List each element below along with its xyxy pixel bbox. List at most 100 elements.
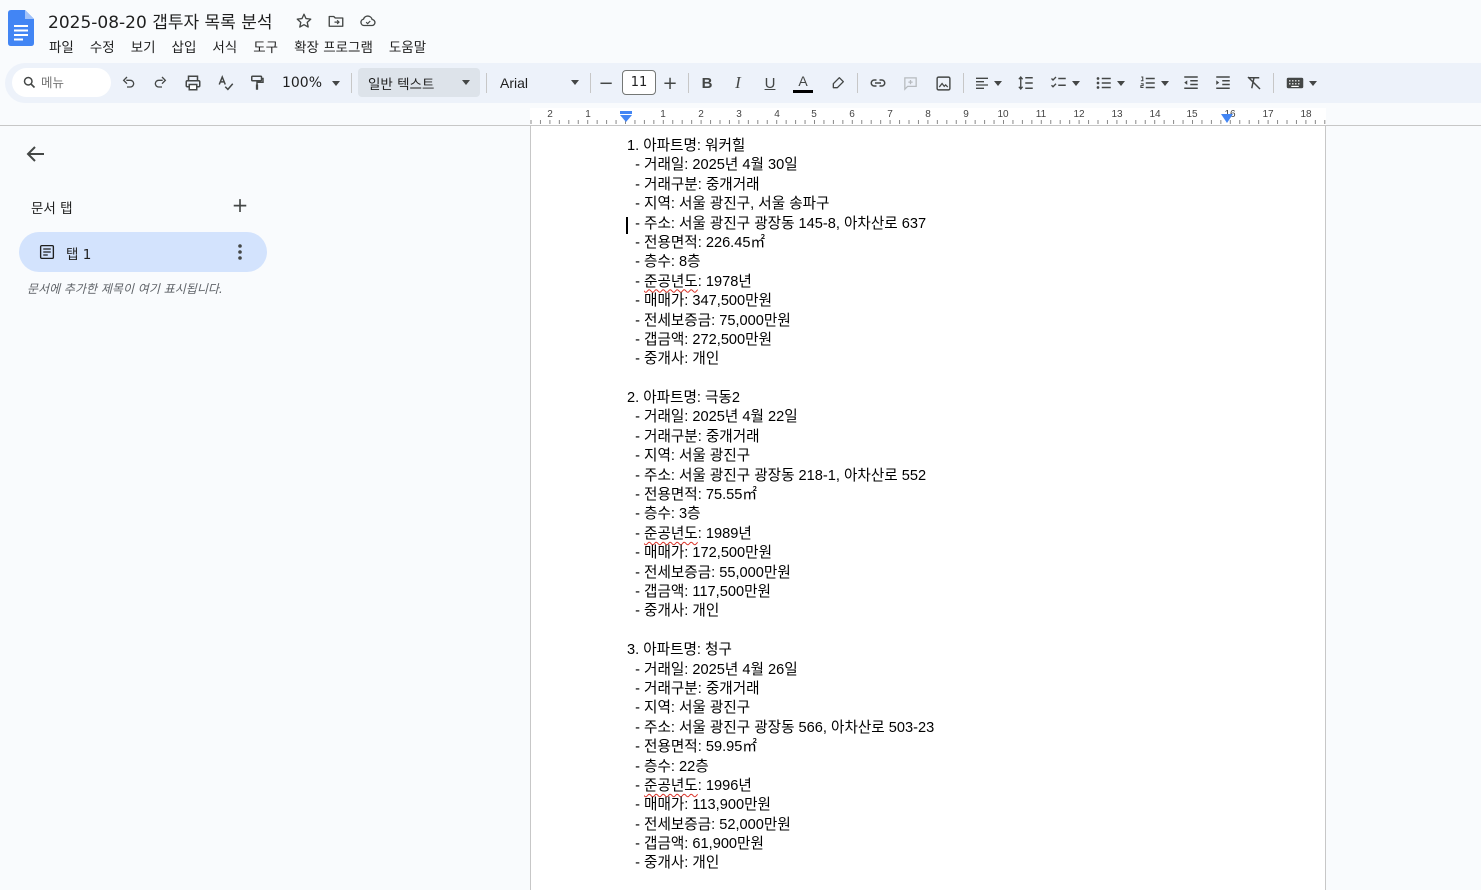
entry-built-year[interactable]: - 준공년도: 1978년 bbox=[627, 273, 934, 292]
entry-price[interactable]: - 매매가: 347,500만원 bbox=[627, 292, 934, 311]
star-icon[interactable] bbox=[294, 11, 314, 31]
menu-extensions[interactable]: 확장 프로그램 bbox=[286, 35, 381, 57]
entry-built-year[interactable]: - 준공년도: 1989년 bbox=[627, 525, 934, 544]
entry-price[interactable]: - 매매가: 172,500만원 bbox=[627, 544, 934, 563]
entry-gap[interactable]: - 갭금액: 61,900만원 bbox=[627, 835, 934, 854]
ruler-number: 13 bbox=[1111, 109, 1123, 120]
menu-search[interactable] bbox=[12, 68, 111, 97]
clear-formatting-icon[interactable] bbox=[1242, 63, 1266, 103]
insert-link-icon[interactable] bbox=[866, 63, 890, 103]
increase-indent-icon[interactable] bbox=[1211, 63, 1235, 103]
left-indent-marker-icon[interactable] bbox=[619, 111, 633, 123]
decrease-font-size-button[interactable]: − bbox=[597, 63, 615, 103]
google-docs-logo-icon[interactable] bbox=[8, 10, 34, 46]
undo-icon[interactable] bbox=[118, 63, 140, 103]
menu-help[interactable]: 도움말 bbox=[381, 35, 434, 57]
entry-deal-type[interactable]: - 거래구분: 중개거래 bbox=[627, 428, 934, 447]
line-spacing-icon[interactable] bbox=[1014, 63, 1038, 103]
entry-gap[interactable]: - 갭금액: 272,500만원 bbox=[627, 331, 934, 350]
horizontal-ruler[interactable]: 2 1 1 2 3 4 5 6 7 8 9 10 11 12 13 14 15 … bbox=[530, 108, 1326, 126]
entry-area[interactable]: - 전용면적: 59.95㎡ bbox=[627, 738, 934, 757]
document-body[interactable]: 1. 아파트명: 워커힐 - 거래일: 2025년 4월 30일 - 거래구분:… bbox=[626, 137, 934, 874]
entry-deal-type[interactable]: - 거래구분: 중개거래 bbox=[627, 176, 934, 195]
entry-agent[interactable]: - 중개사: 개인 bbox=[627, 854, 934, 873]
entry-heading[interactable]: 1. 아파트명: 워커힐 bbox=[627, 137, 934, 156]
entry-deposit[interactable]: - 전세보증금: 55,000만원 bbox=[627, 564, 934, 583]
highlight-pen-icon[interactable] bbox=[827, 63, 849, 103]
entry-heading[interactable]: 2. 아파트명: 극동2 bbox=[627, 389, 934, 408]
entry-deposit[interactable]: - 전세보증금: 52,000만원 bbox=[627, 816, 934, 835]
spellcheck-flagged-word[interactable]: 준공년도 bbox=[644, 778, 698, 794]
entry-price[interactable]: - 매매가: 113,900만원 bbox=[627, 796, 934, 815]
menu-insert[interactable]: 삽입 bbox=[164, 35, 205, 57]
tab-item-1[interactable]: 탭 1 bbox=[19, 232, 267, 272]
print-icon[interactable] bbox=[181, 63, 205, 103]
cloud-saved-icon[interactable] bbox=[358, 11, 378, 31]
italic-button[interactable]: I bbox=[728, 63, 748, 103]
entry-area[interactable]: - 전용면적: 226.45㎡ bbox=[627, 234, 934, 253]
empty-line[interactable] bbox=[627, 370, 934, 389]
built-value: : 1989년 bbox=[697, 525, 752, 542]
entry-agent[interactable]: - 중개사: 개인 bbox=[627, 602, 934, 621]
ruler-number: 15 bbox=[1186, 109, 1198, 120]
entry-region[interactable]: - 지역: 서울 광진구, 서울 송파구 bbox=[627, 195, 934, 214]
menu-tools[interactable]: 도구 bbox=[245, 35, 286, 57]
increase-font-size-button[interactable]: + bbox=[661, 63, 679, 103]
entry-address[interactable]: - 주소: 서울 광진구 광장동 145-8, 아차산로 637 bbox=[627, 215, 934, 234]
document-page[interactable]: 1. 아파트명: 워커힐 - 거래일: 2025년 4월 30일 - 거래구분:… bbox=[530, 126, 1326, 890]
text-color-button[interactable]: A bbox=[792, 63, 814, 103]
font-size-input[interactable]: 11 bbox=[622, 70, 656, 95]
entry-deal-date[interactable]: - 거래일: 2025년 4월 30일 bbox=[627, 156, 934, 175]
empty-line[interactable] bbox=[627, 622, 934, 641]
right-indent-marker-icon[interactable] bbox=[1221, 114, 1233, 123]
entry-region[interactable]: - 지역: 서울 광진구 bbox=[627, 699, 934, 718]
zoom-select[interactable]: 100% bbox=[278, 63, 344, 103]
numbered-list-select[interactable] bbox=[1135, 63, 1173, 103]
paint-format-icon[interactable] bbox=[245, 63, 269, 103]
add-tab-icon[interactable]: + bbox=[230, 195, 250, 216]
spellcheck-icon[interactable] bbox=[214, 63, 238, 103]
menu-search-input[interactable] bbox=[41, 75, 101, 90]
entry-floor[interactable]: - 층수: 3층 bbox=[627, 505, 934, 524]
spellcheck-flagged-word[interactable]: 준공년도 bbox=[644, 274, 698, 290]
entry-area[interactable]: - 전용면적: 75.55㎡ bbox=[627, 486, 934, 505]
menu-file[interactable]: 파일 bbox=[41, 35, 82, 57]
document-title[interactable]: 2025-08-20 갭투자 목록 분석 bbox=[48, 8, 273, 33]
font-family-value: Arial bbox=[500, 74, 529, 91]
align-select[interactable] bbox=[971, 63, 1005, 103]
font-family-select[interactable]: Arial bbox=[493, 68, 583, 97]
entry-deal-date[interactable]: - 거래일: 2025년 4월 26일 bbox=[627, 661, 934, 680]
menu-edit[interactable]: 수정 bbox=[82, 35, 123, 57]
entry-floor[interactable]: - 층수: 22층 bbox=[627, 758, 934, 777]
decrease-indent-icon[interactable] bbox=[1179, 63, 1203, 103]
spellcheck-flagged-word[interactable]: 준공년도 bbox=[644, 526, 698, 542]
menu-format[interactable]: 서식 bbox=[204, 35, 245, 57]
entry-deposit[interactable]: - 전세보증금: 75,000만원 bbox=[627, 312, 934, 331]
entry-deal-date[interactable]: - 거래일: 2025년 4월 22일 bbox=[627, 408, 934, 427]
entry-region[interactable]: - 지역: 서울 광진구 bbox=[627, 447, 934, 466]
bold-button[interactable]: B bbox=[697, 63, 717, 103]
entry-gap[interactable]: - 갭금액: 117,500만원 bbox=[627, 583, 934, 602]
text-color-swatch bbox=[793, 89, 813, 93]
paragraph-style-select[interactable]: 일반 텍스트 bbox=[358, 68, 480, 97]
entry-heading[interactable]: 3. 아파트명: 청구 bbox=[627, 641, 934, 660]
entry-address[interactable]: - 주소: 서울 광진구 광장동 218-1, 아차산로 552 bbox=[627, 467, 934, 486]
entry-floor[interactable]: - 층수: 8층 bbox=[627, 253, 934, 272]
menu-view[interactable]: 보기 bbox=[123, 35, 164, 57]
insert-image-icon[interactable] bbox=[931, 63, 955, 103]
add-comment-icon[interactable] bbox=[898, 63, 922, 103]
entry-agent[interactable]: - 중개사: 개인 bbox=[627, 350, 934, 369]
entry-deal-type[interactable]: - 거래구분: 중개거래 bbox=[627, 680, 934, 699]
underline-button[interactable]: U bbox=[760, 63, 780, 103]
checklist-select[interactable] bbox=[1046, 63, 1084, 103]
input-tools-select[interactable] bbox=[1281, 63, 1321, 103]
bulleted-list-select[interactable] bbox=[1091, 63, 1129, 103]
ruler-number: 5 bbox=[811, 109, 817, 120]
redo-icon[interactable] bbox=[149, 63, 171, 103]
entry-built-year[interactable]: - 준공년도: 1996년 bbox=[627, 777, 934, 796]
back-arrow-icon[interactable] bbox=[24, 142, 48, 166]
ruler-number: 18 bbox=[1300, 109, 1312, 120]
entry-address[interactable]: - 주소: 서울 광진구 광장동 566, 아차산로 503-23 bbox=[627, 719, 934, 738]
more-options-icon[interactable] bbox=[232, 242, 248, 262]
move-folder-icon[interactable] bbox=[326, 11, 346, 31]
